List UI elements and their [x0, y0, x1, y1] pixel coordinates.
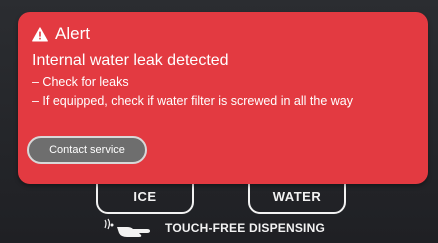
alert-instruction: – If equipped, check if water filter is …	[32, 94, 353, 108]
alert-message: Internal water leak detected	[32, 52, 229, 69]
alert-title: Alert	[55, 24, 90, 43]
warning-triangle-icon	[32, 26, 48, 41]
contact-service-button[interactable]: Contact service	[27, 136, 147, 164]
touch-free-label: TOUCH-FREE DISPENSING	[165, 221, 325, 235]
touch-free-indicator: TOUCH-FREE DISPENSING	[103, 217, 325, 239]
alert-instruction: – Check for leaks	[32, 75, 129, 89]
ice-label: ICE	[133, 189, 157, 204]
water-label: WATER	[272, 189, 322, 204]
contact-service-label: Contact service	[49, 144, 125, 156]
alert-header: Alert	[32, 24, 90, 44]
alert-dialog: Alert Internal water leak detected – Che…	[18, 12, 428, 184]
hand-wave-icon	[104, 218, 150, 237]
